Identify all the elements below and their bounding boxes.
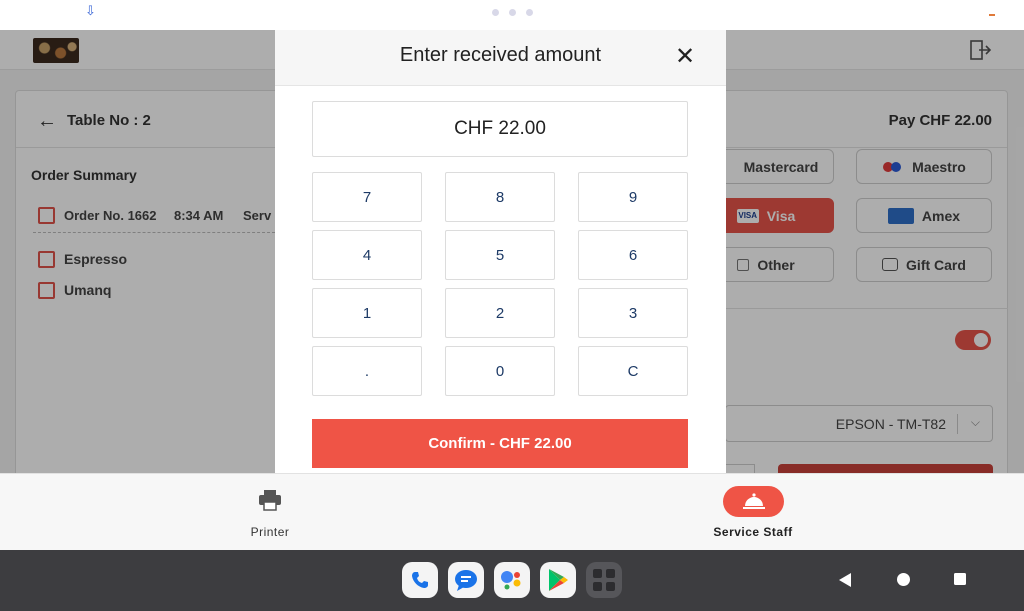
key-9[interactable]: 9 (578, 172, 688, 222)
service-staff-pill (723, 486, 784, 517)
status-bar: ⇩ (0, 0, 1024, 30)
key-6[interactable]: 6 (578, 230, 688, 280)
confirm-button[interactable]: Confirm - CHF 22.00 (312, 419, 688, 468)
home-icon[interactable] (896, 572, 911, 587)
key-2[interactable]: 2 (445, 288, 555, 338)
messages-icon[interactable] (448, 562, 484, 598)
system-taskbar (0, 550, 1024, 611)
phone-icon[interactable] (402, 562, 438, 598)
dialog-title: Enter received amount (399, 44, 602, 66)
assistant-icon[interactable] (494, 562, 530, 598)
nav-service-staff[interactable]: Service Staff (683, 474, 823, 551)
key-8[interactable]: 8 (445, 172, 555, 222)
back-icon[interactable] (838, 572, 852, 588)
service-bell-icon (743, 493, 765, 509)
download-icon: ⇩ (85, 3, 96, 18)
close-icon[interactable]: ✕ (675, 42, 695, 71)
nav-service-staff-label: Service Staff (713, 525, 793, 539)
nav-printer-label: Printer (250, 525, 290, 539)
key-7[interactable]: 7 (312, 172, 422, 222)
key-0[interactable]: 0 (445, 346, 555, 396)
key-decimal[interactable]: . (312, 346, 422, 396)
printer-icon (259, 490, 281, 511)
recents-icon[interactable] (953, 572, 967, 586)
key-3[interactable]: 3 (578, 288, 688, 338)
app-drawer-icon[interactable] (586, 562, 622, 598)
amount-display[interactable]: CHF 22.00 (312, 101, 688, 157)
status-dots (492, 9, 533, 16)
battery-indicator (989, 14, 995, 16)
key-clear[interactable]: C (578, 346, 688, 396)
received-amount-dialog: Enter received amount ✕ CHF 22.00 7 8 9 … (275, 30, 726, 473)
dialog-header: Enter received amount ✕ (275, 30, 726, 86)
nav-printer[interactable]: Printer (200, 474, 340, 551)
key-5[interactable]: 5 (445, 230, 555, 280)
key-4[interactable]: 4 (312, 230, 422, 280)
play-store-icon[interactable] (540, 562, 576, 598)
bottom-navigation: Printer Service Staff (0, 473, 1024, 550)
key-1[interactable]: 1 (312, 288, 422, 338)
